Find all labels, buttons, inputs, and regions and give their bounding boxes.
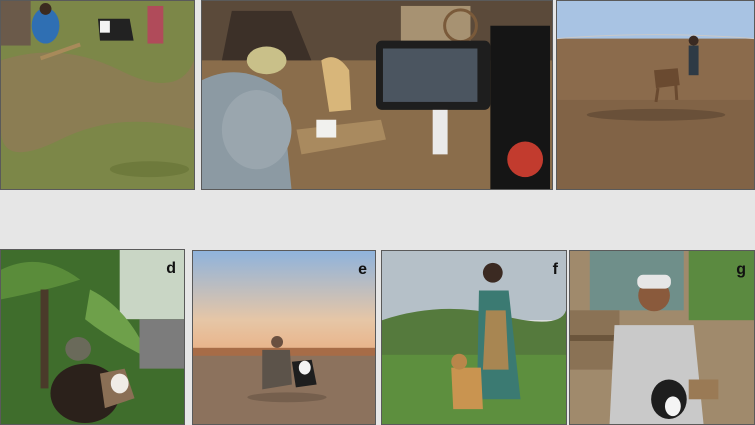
- photo-panel-f: f: [381, 250, 567, 425]
- panel-label-f: f: [552, 261, 558, 278]
- photo-man-dog-house: [570, 251, 754, 424]
- panel-label-d: d: [166, 260, 176, 277]
- photo-man-dog-jungle: [1, 250, 184, 424]
- photo-panel-b: [201, 0, 553, 190]
- photo-woman-dog-hills: [382, 251, 566, 424]
- photo-panel-d: d: [0, 249, 185, 425]
- panel-label-g: g: [736, 261, 746, 278]
- photo-person-dog-camera: [202, 1, 552, 189]
- photo-panel-g: g: [569, 250, 755, 425]
- photo-man-dog-dusk: [193, 251, 375, 424]
- photo-people-dogs-grass: [1, 1, 194, 189]
- photo-panel-e: e: [192, 250, 376, 425]
- photo-panel-a: [0, 0, 195, 190]
- photo-panel-c: [556, 0, 755, 190]
- panel-label-e: e: [358, 261, 367, 278]
- photo-person-dog-plain: [557, 1, 754, 189]
